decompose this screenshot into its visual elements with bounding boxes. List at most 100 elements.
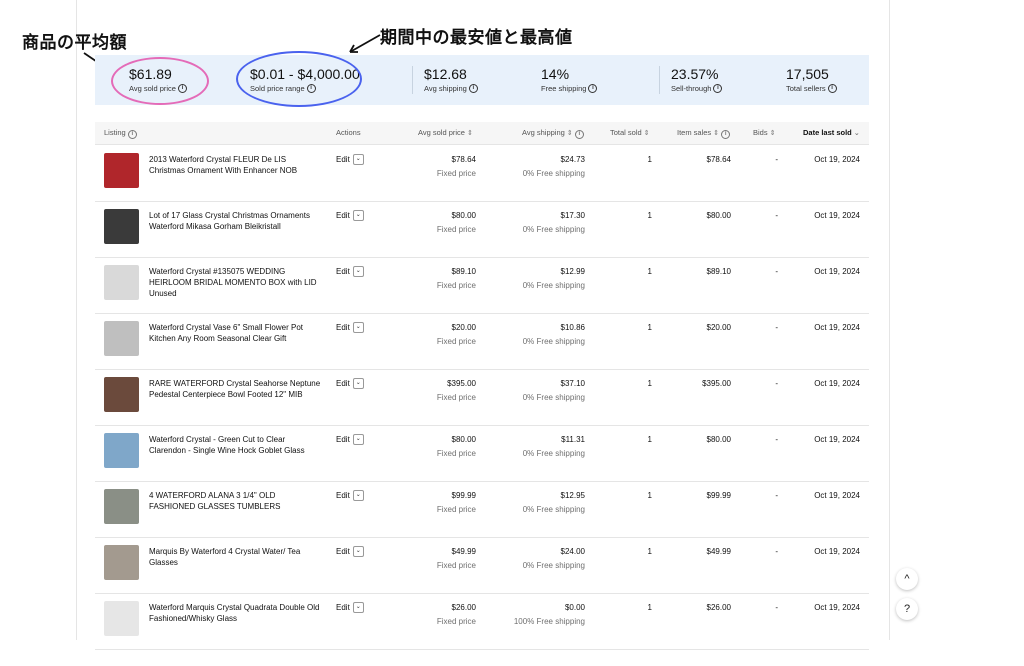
- avg-sold-price: $80.00: [451, 435, 476, 444]
- avg-shipping: $10.86: [560, 323, 585, 332]
- listing-thumbnail[interactable]: [104, 433, 139, 468]
- listing-title[interactable]: Lot of 17 Glass Crystal Christmas Orname…: [149, 210, 321, 232]
- info-icon[interactable]: i: [177, 84, 187, 93]
- bids: -: [775, 491, 778, 500]
- listing-title[interactable]: Waterford Crystal Vase 6" Small Flower P…: [149, 322, 321, 344]
- info-icon[interactable]: i: [588, 84, 598, 93]
- table-row[interactable]: Waterford Crystal #135075 WEDDING HEIRLO…: [95, 257, 869, 314]
- table-row[interactable]: Marquis By Waterford 4 Crystal Water/ Te…: [95, 537, 869, 594]
- col-listing: Listing i: [104, 128, 137, 139]
- listing-thumbnail[interactable]: [104, 377, 139, 412]
- table-row[interactable]: 4 WATERFORD ALANA 3 1/4" OLD FASHIONED G…: [95, 481, 869, 538]
- edit-button[interactable]: Edit ⌄: [336, 378, 364, 389]
- date-last-sold: Oct 19, 2024: [814, 267, 860, 276]
- table-row[interactable]: Waterford Crystal - Green Cut to Clear C…: [95, 425, 869, 482]
- edit-button[interactable]: Edit ⌄: [336, 322, 364, 333]
- listing-title[interactable]: RARE WATERFORD Crystal Seahorse Neptune …: [149, 378, 321, 400]
- col-item-sales[interactable]: Item sales ⇕ i: [677, 128, 731, 139]
- listing-title[interactable]: Marquis By Waterford 4 Crystal Water/ Te…: [149, 546, 321, 568]
- listing-thumbnail[interactable]: [104, 489, 139, 524]
- avg-shipping: $17.30: [560, 211, 585, 220]
- avg-shipping: $0.00: [564, 603, 585, 612]
- free-shipping-pct: 0% Free shipping: [522, 449, 585, 458]
- price-type: Fixed price: [436, 505, 476, 514]
- col-bids[interactable]: Bids ⇕: [753, 128, 776, 137]
- edit-button[interactable]: Edit ⌄: [336, 154, 364, 165]
- chevron-down-icon[interactable]: ⌄: [352, 434, 364, 445]
- page-border-right: [889, 0, 890, 640]
- listing-thumbnail[interactable]: [104, 265, 139, 300]
- chevron-down-icon[interactable]: ⌄: [352, 602, 364, 613]
- col-date-last-sold[interactable]: Date last sold ⌄: [803, 128, 860, 137]
- edit-button[interactable]: Edit ⌄: [336, 490, 364, 501]
- bids: -: [775, 155, 778, 164]
- help-button[interactable]: ?: [896, 598, 918, 620]
- avg-sold-price: $99.99: [451, 491, 476, 500]
- scroll-to-top-button[interactable]: ^: [896, 568, 918, 590]
- listing-title[interactable]: Waterford Marquis Crystal Quadrata Doubl…: [149, 602, 321, 624]
- bids: -: [775, 323, 778, 332]
- bids: -: [775, 211, 778, 220]
- info-icon[interactable]: i: [827, 84, 837, 93]
- sort-icon: ⇕: [713, 130, 720, 137]
- chevron-down-icon[interactable]: ⌄: [352, 490, 364, 501]
- edit-button[interactable]: Edit ⌄: [336, 266, 364, 277]
- chevron-down-icon[interactable]: ⌄: [352, 378, 364, 389]
- listing-thumbnail[interactable]: [104, 545, 139, 580]
- stat-sold-price-range: $0.01 - $4,000.00 Sold price range i: [250, 66, 360, 93]
- info-icon[interactable]: i: [127, 130, 137, 139]
- edit-button[interactable]: Edit ⌄: [336, 210, 364, 221]
- free-shipping-pct: 0% Free shipping: [522, 337, 585, 346]
- price-type: Fixed price: [436, 281, 476, 290]
- chevron-down-icon[interactable]: ⌄: [352, 546, 364, 557]
- price-type: Fixed price: [436, 617, 476, 626]
- col-avg-shipping[interactable]: Avg shipping ⇕ i: [522, 128, 584, 139]
- sort-icon: ⇕: [769, 130, 776, 137]
- listing-thumbnail[interactable]: [104, 153, 139, 188]
- sort-icon: ⇕: [467, 130, 473, 137]
- date-last-sold: Oct 19, 2024: [814, 547, 860, 556]
- date-last-sold: Oct 19, 2024: [814, 379, 860, 388]
- table-row[interactable]: Waterford Crystal Vase 6" Small Flower P…: [95, 313, 869, 370]
- listing-thumbnail[interactable]: [104, 209, 139, 244]
- chevron-down-icon[interactable]: ⌄: [352, 266, 364, 277]
- bids: -: [775, 547, 778, 556]
- listing-title[interactable]: 4 WATERFORD ALANA 3 1/4" OLD FASHIONED G…: [149, 490, 321, 512]
- listing-thumbnail[interactable]: [104, 601, 139, 636]
- chevron-down-icon[interactable]: ⌄: [352, 154, 364, 165]
- table-row[interactable]: Waterford Marquis Crystal Quadrata Doubl…: [95, 593, 869, 650]
- price-type: Fixed price: [436, 169, 476, 178]
- chevron-down-icon[interactable]: ⌄: [352, 322, 364, 333]
- total-sold: 1: [647, 379, 652, 388]
- total-sold: 1: [647, 155, 652, 164]
- free-shipping-pct: 0% Free shipping: [522, 281, 585, 290]
- chevron-down-icon[interactable]: ⌄: [352, 210, 364, 221]
- item-sales: $20.00: [706, 323, 731, 332]
- total-sold: 1: [647, 435, 652, 444]
- avg-sold-price: $78.64: [451, 155, 476, 164]
- avg-sold-price: $395.00: [447, 379, 476, 388]
- table-row[interactable]: 2013 Waterford Crystal FLEUR De LIS Chri…: [95, 145, 869, 202]
- price-type: Fixed price: [436, 561, 476, 570]
- info-icon[interactable]: i: [306, 84, 316, 93]
- item-sales: $395.00: [702, 379, 731, 388]
- info-icon[interactable]: i: [468, 84, 478, 93]
- price-type: Fixed price: [436, 225, 476, 234]
- col-avg-sold-price[interactable]: Avg sold price ⇕: [418, 128, 473, 137]
- listing-title[interactable]: Waterford Crystal - Green Cut to Clear C…: [149, 434, 321, 456]
- edit-button[interactable]: Edit ⌄: [336, 546, 364, 557]
- summary-bar: $61.89 Avg sold price i $0.01 - $4,000.00…: [95, 55, 869, 105]
- info-icon[interactable]: i: [713, 84, 723, 93]
- free-shipping-pct: 100% Free shipping: [513, 617, 585, 626]
- table-row[interactable]: RARE WATERFORD Crystal Seahorse Neptune …: [95, 369, 869, 426]
- date-last-sold: Oct 19, 2024: [814, 211, 860, 220]
- item-sales: $80.00: [706, 435, 731, 444]
- table-row[interactable]: Lot of 17 Glass Crystal Christmas Orname…: [95, 201, 869, 258]
- col-total-sold[interactable]: Total sold ⇕: [610, 128, 650, 137]
- listing-thumbnail[interactable]: [104, 321, 139, 356]
- listing-title[interactable]: Waterford Crystal #135075 WEDDING HEIRLO…: [149, 266, 321, 299]
- total-sold: 1: [647, 211, 652, 220]
- edit-button[interactable]: Edit ⌄: [336, 434, 364, 445]
- edit-button[interactable]: Edit ⌄: [336, 602, 364, 613]
- listing-title[interactable]: 2013 Waterford Crystal FLEUR De LIS Chri…: [149, 154, 321, 176]
